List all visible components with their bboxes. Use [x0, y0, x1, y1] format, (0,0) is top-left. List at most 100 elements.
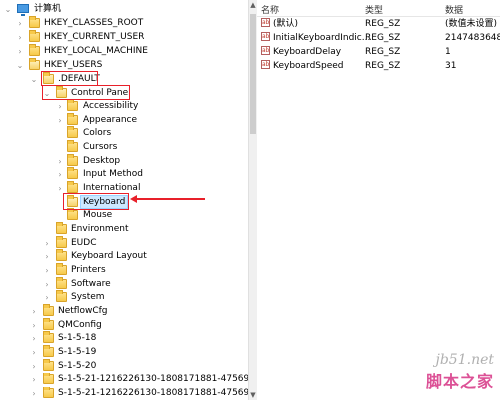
- folder-icon: [43, 331, 54, 343]
- chevron-right-icon[interactable]: ›: [30, 332, 38, 345]
- tree-item-appearance[interactable]: › Appearance: [56, 113, 244, 127]
- scrollbar-thumb[interactable]: [250, 14, 256, 134]
- chevron-right-icon[interactable]: ›: [56, 155, 64, 168]
- tree-scrollbar[interactable]: ▲ ▼: [248, 0, 257, 400]
- values-pane[interactable]: 名称 类型 数据 (默认) REG_SZ (数值未设置) InitialKeyb…: [257, 0, 500, 400]
- highlight-box-control-panel: [42, 85, 130, 100]
- chevron-right-icon[interactable]: ›: [30, 346, 38, 359]
- tree-item-desktop[interactable]: › Desktop: [56, 154, 244, 168]
- tree-item-printers[interactable]: › Printers: [43, 263, 243, 277]
- chevron-down-icon[interactable]: ⌄: [16, 59, 24, 72]
- column-header-name[interactable]: 名称: [261, 3, 279, 16]
- chevron-right-icon[interactable]: ›: [30, 305, 38, 318]
- tree-item-s-1-5-18[interactable]: › S-1-5-18: [30, 331, 244, 345]
- tree-item-cursors[interactable]: Cursors: [56, 140, 244, 154]
- folder-icon: [43, 345, 54, 357]
- column-header-type[interactable]: 类型: [365, 3, 383, 16]
- chevron-right-icon[interactable]: ›: [43, 291, 51, 304]
- tree-item-label: Mouse: [83, 210, 113, 220]
- tree-item-input-method[interactable]: › Input Method: [56, 167, 244, 181]
- tree-item-label: Environment: [71, 224, 129, 234]
- folder-open-icon: [29, 58, 40, 70]
- chevron-right-icon[interactable]: ›: [30, 360, 38, 373]
- chevron-right-icon[interactable]: ›: [30, 387, 38, 400]
- value-type: REG_SZ: [365, 33, 401, 43]
- tree-item-label: Input Method: [83, 169, 143, 179]
- string-value-icon: [261, 44, 270, 57]
- watermark-domain: jb51.net: [435, 352, 495, 368]
- folder-icon: [43, 359, 54, 371]
- watermark-brand: 脚本之家: [425, 372, 494, 391]
- tree-item-s-1-5-20[interactable]: › S-1-5-20: [30, 359, 244, 373]
- value-row[interactable]: KeyboardDelay REG_SZ 1: [257, 44, 500, 59]
- chevron-right-icon[interactable]: ›: [16, 31, 24, 44]
- tree-item-software[interactable]: › Software: [43, 277, 243, 291]
- tree-item-accessibility[interactable]: › Accessibility: [56, 99, 244, 113]
- value-type: REG_SZ: [365, 47, 401, 57]
- tree-item-qmconfig[interactable]: › QMConfig: [30, 318, 244, 332]
- tree-item-keyboard-layout[interactable]: › Keyboard Layout: [43, 249, 243, 263]
- tree-item-hklm[interactable]: › HKEY_LOCAL_MACHINE: [16, 44, 244, 58]
- folder-icon: [56, 249, 67, 261]
- string-value-icon: [261, 30, 270, 43]
- chevron-right-icon[interactable]: ›: [43, 278, 51, 291]
- tree-item-hkcu[interactable]: › HKEY_CURRENT_USER: [16, 30, 244, 44]
- folder-icon: [56, 263, 67, 275]
- folder-icon: [43, 373, 54, 384]
- tree-item-mouse[interactable]: Mouse: [56, 208, 244, 222]
- chevron-right-icon[interactable]: ›: [43, 250, 51, 263]
- value-row[interactable]: InitialKeyboardIndic... REG_SZ 214748364…: [257, 30, 500, 45]
- tree-item-environment[interactable]: Environment: [43, 222, 243, 236]
- tree-item-label: S-1-5-19: [58, 347, 97, 357]
- chevron-right-icon[interactable]: ›: [56, 100, 64, 113]
- chevron-right-icon[interactable]: ›: [43, 264, 51, 277]
- scroll-up-icon[interactable]: ▲: [249, 0, 257, 10]
- folder-icon: [67, 140, 78, 152]
- value-name: KeyboardDelay: [273, 47, 342, 57]
- tree-item-netflowcfg[interactable]: › NetflowCfg: [30, 304, 244, 318]
- column-header-data[interactable]: 数据: [445, 3, 463, 16]
- tree-item-system[interactable]: › System: [43, 290, 243, 304]
- chevron-right-icon[interactable]: ›: [56, 168, 64, 181]
- tree-item-computer[interactable]: ⌄ 计算机: [4, 3, 244, 16]
- tree-item-label: S-1-5-21-1216226130-1808171881-475695606…: [58, 374, 248, 384]
- registry-tree[interactable]: ⌄ 计算机 › HKEY_CLASSES_ROOT › HKEY_CURRENT…: [0, 0, 248, 400]
- chevron-down-icon[interactable]: ⌄: [30, 73, 38, 86]
- watermark: jb51.net 脚本之家: [426, 352, 494, 392]
- value-type: REG_SZ: [365, 19, 401, 29]
- folder-icon: [67, 126, 78, 138]
- chevron-right-icon[interactable]: ›: [30, 373, 38, 386]
- values-header: 名称 类型 数据: [257, 0, 500, 17]
- chevron-right-icon[interactable]: ›: [16, 45, 24, 58]
- folder-icon: [67, 181, 78, 193]
- tree-item-label: HKEY_LOCAL_MACHINE: [44, 46, 148, 56]
- tree-item-s-1-5-19[interactable]: › S-1-5-19: [30, 345, 244, 359]
- highlight-box-keyboard: [63, 193, 129, 210]
- scroll-down-icon[interactable]: ▼: [249, 390, 257, 400]
- folder-icon: [67, 113, 78, 125]
- tree-item-sid-long-2[interactable]: › S-1-5-21-1216226130-1808171881-4756956…: [30, 387, 248, 400]
- folder-icon: [56, 277, 67, 289]
- tree-item-hkcr[interactable]: › HKEY_CLASSES_ROOT: [16, 16, 244, 30]
- value-data: 31: [445, 61, 457, 71]
- value-name: InitialKeyboardIndic...: [273, 33, 371, 43]
- folder-icon: [56, 222, 67, 234]
- tree-item-colors[interactable]: Colors: [56, 126, 244, 140]
- string-value-icon: [261, 16, 270, 29]
- value-row[interactable]: (默认) REG_SZ (数值未设置): [257, 16, 500, 31]
- computer-icon: [17, 4, 29, 16]
- chevron-right-icon[interactable]: ›: [56, 114, 64, 127]
- tree-item-label: Colors: [83, 128, 112, 138]
- tree-item-label: S-1-5-20: [58, 361, 97, 371]
- chevron-down-icon[interactable]: ⌄: [4, 3, 12, 16]
- tree-item-eudc[interactable]: › EUDC: [43, 236, 243, 250]
- value-type: REG_SZ: [365, 61, 401, 71]
- value-row[interactable]: KeyboardSpeed REG_SZ 31: [257, 58, 500, 73]
- annotation-arrow: [135, 198, 205, 200]
- tree-item-sid-long-1[interactable]: › S-1-5-21-1216226130-1808171881-4756956…: [30, 373, 248, 386]
- chevron-right-icon[interactable]: ›: [16, 17, 24, 30]
- chevron-right-icon[interactable]: ›: [43, 237, 51, 250]
- string-value-icon: [261, 58, 270, 71]
- folder-icon: [67, 208, 78, 220]
- chevron-right-icon[interactable]: ›: [30, 319, 38, 332]
